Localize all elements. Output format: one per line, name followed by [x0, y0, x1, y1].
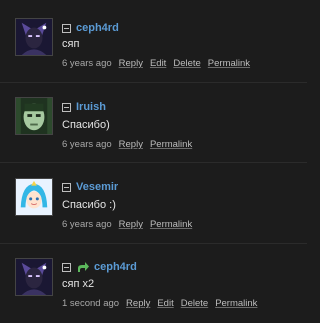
- collapse-toggle[interactable]: [62, 262, 71, 272]
- reply-link[interactable]: Reply: [119, 219, 143, 230]
- edit-link[interactable]: Edit: [150, 58, 166, 69]
- author-link[interactable]: ceph4rd: [94, 261, 137, 273]
- timestamp: 6 years ago: [62, 219, 112, 230]
- author-link[interactable]: ceph4rd: [76, 22, 119, 34]
- comment-actions: 6 years ago Reply Permalink: [62, 139, 192, 150]
- comment-actions: 6 years ago Reply Permalink: [62, 219, 192, 230]
- author-link[interactable]: Iruish: [76, 101, 106, 113]
- comment-text: сяп x2: [62, 278, 95, 290]
- delete-link[interactable]: Delete: [173, 58, 200, 69]
- reply-link[interactable]: Reply: [119, 58, 143, 69]
- comment-header: Vesemir: [62, 180, 118, 194]
- timestamp: 6 years ago: [62, 58, 112, 69]
- collapse-toggle[interactable]: [62, 23, 71, 33]
- avatar[interactable]: [15, 258, 53, 296]
- comment-actions: 6 years ago Reply Edit Delete Permalink: [62, 58, 250, 69]
- delete-link[interactable]: Delete: [181, 298, 208, 309]
- purple-fantasy-character-avatar-icon: [16, 19, 52, 55]
- avatar[interactable]: [15, 18, 53, 56]
- permalink-link[interactable]: Permalink: [150, 139, 192, 150]
- comment-text: сяп: [62, 38, 80, 50]
- timestamp: 6 years ago: [62, 139, 112, 150]
- permalink-link[interactable]: Permalink: [208, 58, 250, 69]
- permalink-link[interactable]: Permalink: [215, 298, 257, 309]
- comment-actions: 1 second ago Reply Edit Delete Permalink: [62, 298, 257, 309]
- anime-girl-avatar-icon: [16, 179, 52, 215]
- reply-link[interactable]: Reply: [119, 139, 143, 150]
- comment-item: ceph4rd сяп x2 1 second ago Reply Edit D…: [0, 243, 307, 323]
- comment-text: Спасибо :): [62, 199, 116, 211]
- edit-link[interactable]: Edit: [157, 298, 173, 309]
- avatar[interactable]: [15, 178, 53, 216]
- avatar[interactable]: [15, 97, 53, 135]
- green-face-avatar-icon: [16, 98, 52, 134]
- timestamp: 1 second ago: [62, 298, 120, 309]
- permalink-link[interactable]: Permalink: [150, 219, 192, 230]
- comment-header: ceph4rd: [62, 260, 137, 274]
- comment-item: ceph4rd сяп 6 years ago Reply Edit Delet…: [0, 0, 307, 80]
- reply-link[interactable]: Reply: [126, 298, 150, 309]
- comment-header: ceph4rd: [62, 21, 119, 35]
- collapse-toggle[interactable]: [62, 102, 71, 112]
- purple-fantasy-character-avatar-icon: [16, 259, 52, 295]
- collapse-toggle[interactable]: [62, 182, 71, 192]
- comment-item: Iruish Спасибо) 6 years ago Reply Permal…: [0, 82, 307, 162]
- comment-text: Спасибо): [62, 119, 110, 131]
- reply-arrow-icon: [78, 262, 89, 272]
- comment-header: Iruish: [62, 100, 106, 114]
- author-link[interactable]: Vesemir: [76, 181, 118, 193]
- comment-item: Vesemir Спасибо :) 6 years ago Reply Per…: [0, 162, 307, 242]
